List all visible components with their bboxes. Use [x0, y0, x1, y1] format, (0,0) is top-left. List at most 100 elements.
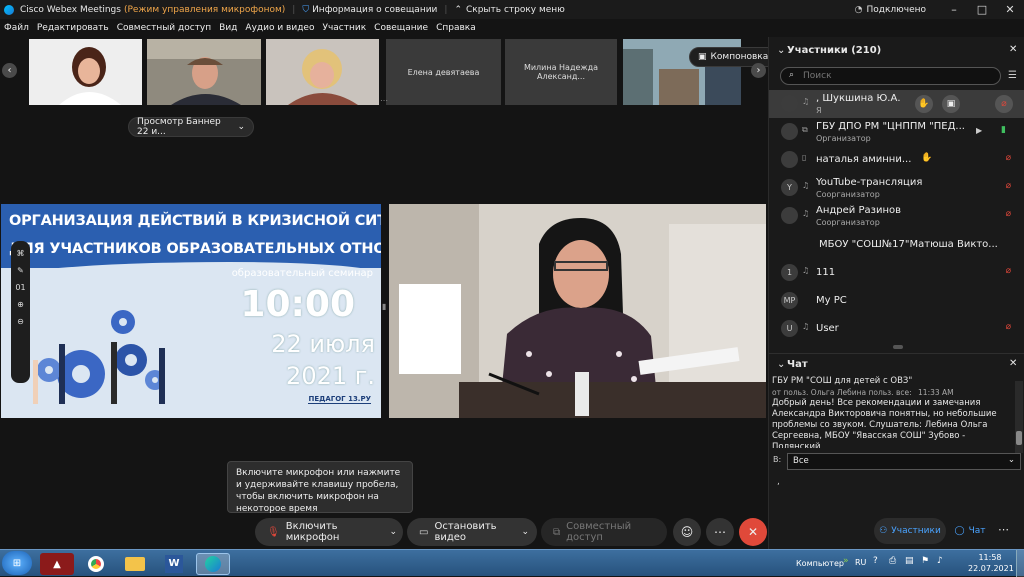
raise-hand-icon[interactable]: ✋: [915, 95, 933, 113]
unmute-options-chevron-icon[interactable]: ⌄: [389, 527, 397, 537]
share-device-icon: ⧉: [802, 125, 808, 134]
volume-tray-icon[interactable]: ♪: [937, 556, 943, 566]
participants-close-icon[interactable]: ✕: [1009, 44, 1017, 55]
flag-tray-icon[interactable]: ⚑: [921, 556, 929, 566]
viewing-dropdown[interactable]: Просмотр Баннер 22 и... ⌄: [128, 117, 254, 137]
share-screen-icon: ⧉: [553, 526, 561, 538]
maximize-icon[interactable]: □: [968, 3, 996, 16]
layout-button[interactable]: ▣ Компоновка: [689, 47, 778, 67]
panel-divider-handle[interactable]: [893, 345, 903, 349]
language-indicator[interactable]: RU: [855, 558, 866, 567]
participant-row[interactable]: ⧉ ГБУ ДПО РМ "ЦНППМ "ПЕД... Организатор …: [769, 118, 1024, 146]
list-options-icon[interactable]: ☰: [1008, 70, 1017, 81]
participant-name: ГБУ ДПО РМ "ЦНППМ "ПЕД...: [816, 121, 965, 132]
start-button[interactable]: ⊞: [2, 551, 32, 575]
participant-row[interactable]: ♫ Андрей Разинов Соорганизатор ⌀: [769, 202, 1024, 230]
active-speaker-video[interactable]: [389, 204, 766, 418]
stop-video-label: Остановить видео: [434, 521, 497, 543]
menu-file[interactable]: Файл: [4, 23, 29, 33]
menu-help[interactable]: Справка: [436, 23, 476, 33]
chat-to-label: В:: [773, 455, 782, 464]
meeting-info-button[interactable]: Информация о совещании: [312, 5, 437, 15]
close-window-icon[interactable]: ✕: [996, 3, 1024, 16]
chat-close-icon[interactable]: ✕: [1009, 358, 1017, 369]
video-thumbnail-1[interactable]: [29, 39, 142, 105]
participant-row[interactable]: МБОУ "СОШ№17"Матюша Викто...: [769, 231, 1024, 259]
network-tray-icon[interactable]: ▤: [905, 556, 914, 566]
video-thumbnail-4[interactable]: Елена девятаева: [386, 39, 501, 105]
chat-scrollbar[interactable]: [1015, 381, 1023, 453]
mic-muted-icon: ⌀: [1005, 266, 1011, 276]
reactions-button[interactable]: ☺: [673, 518, 701, 546]
headset-icon: ♫: [802, 322, 810, 331]
participant-row[interactable]: Y ♫ YouTube-трансляция Соорганизатор ⌀: [769, 174, 1024, 202]
layout-label: Компоновка: [710, 52, 769, 62]
participant-row-self[interactable]: ♫ , Шукшина Ю.А. Я ✋ ▣ ⌀: [769, 90, 1024, 118]
video-options-chevron-icon[interactable]: ⌄: [521, 527, 529, 537]
participant-name: , Шукшина Ю.А.: [816, 93, 901, 104]
chat-divider: [769, 353, 1024, 354]
chat-scrollbar-thumb[interactable]: [1016, 431, 1022, 445]
resize-handle-icon[interactable]: ⋯: [380, 96, 388, 105]
webex-taskbar-icon[interactable]: [196, 553, 230, 575]
pointer-tool-icon[interactable]: ⌘: [17, 249, 25, 258]
participants-collapse-chevron-icon[interactable]: ⌄: [777, 45, 785, 56]
help-tray-icon[interactable]: ?: [873, 556, 878, 566]
show-desktop-button[interactable]: [1016, 550, 1024, 577]
chat-collapse-chevron-icon[interactable]: ⌄: [777, 359, 785, 370]
participant-name: YouTube-трансляция: [816, 177, 923, 188]
participants-tab-label: Участники: [891, 526, 941, 536]
pen-tool-icon[interactable]: ✎: [17, 266, 24, 275]
chrome-taskbar-icon[interactable]: [79, 553, 113, 575]
mic-muted-icon[interactable]: ⌀: [995, 95, 1013, 113]
explorer-taskbar-icon[interactable]: [118, 553, 152, 575]
participant-row[interactable]: MP My PC: [769, 287, 1024, 315]
share-button[interactable]: ⧉ Совместный доступ: [541, 518, 667, 546]
menu-edit[interactable]: Редактировать: [37, 23, 109, 33]
unmute-button[interactable]: 🎙 Включить микрофон ⌄: [255, 518, 403, 546]
video-thumbnail-2[interactable]: [147, 39, 261, 105]
people-icon: ⚇: [879, 526, 888, 536]
hide-menu-button[interactable]: Скрыть строку меню: [466, 5, 565, 15]
panel-more-icon[interactable]: ⋯: [998, 523, 1009, 536]
chat-tab[interactable]: ◯ Чат: [950, 518, 990, 544]
word-taskbar-icon[interactable]: W: [157, 553, 191, 575]
menu-view[interactable]: Вид: [219, 23, 237, 33]
participant-row[interactable]: U ♫ User ⌀: [769, 315, 1024, 343]
more-options-button[interactable]: ⋯: [706, 518, 734, 546]
participant-row[interactable]: 1 ♫ 111 ⌀: [769, 259, 1024, 287]
stop-video-button[interactable]: ▭ Остановить видео ⌄: [407, 518, 537, 546]
search-input[interactable]: [803, 69, 983, 83]
participants-tab[interactable]: ⚇ Участники: [874, 518, 946, 544]
shared-banner: ОРГАНИЗАЦИЯ ДЕЙСТВИЙ В КРИЗИСНОЙ СИТУАЦИ…: [1, 204, 381, 418]
hide-menu-chevron-icon[interactable]: ⌃: [454, 5, 462, 15]
tray-chevron-icon[interactable]: »: [843, 556, 849, 566]
chat-bubble-icon: ◯: [954, 526, 965, 536]
chat-header: Чат: [787, 359, 808, 370]
strip-prev-chevron-icon[interactable]: ‹: [2, 63, 17, 78]
chat-input[interactable]: ,: [773, 473, 1023, 509]
menu-participant[interactable]: Участник: [322, 23, 366, 33]
participant-row[interactable]: ▯ наталья аминни... ✋ ⌀: [769, 146, 1024, 174]
splitter-handle-icon[interactable]: ▮: [382, 302, 386, 311]
zoom-in-icon[interactable]: ⊕: [17, 300, 24, 309]
video-thumbnail-3[interactable]: [266, 39, 379, 105]
leave-meeting-button[interactable]: ✕: [739, 518, 767, 546]
windows-logo-icon: ⊞: [12, 557, 22, 569]
camera-icon[interactable]: ▣: [942, 95, 960, 113]
video-thumbnail-5[interactable]: Милина Надежда Александ...: [505, 39, 617, 105]
menu-share[interactable]: Совместный доступ: [117, 23, 211, 33]
zoom-out-icon[interactable]: ⊖: [17, 317, 24, 326]
strip-next-chevron-icon[interactable]: ›: [751, 63, 766, 78]
chat-recipient-select[interactable]: Все ⌄: [787, 453, 1021, 470]
menu-meeting[interactable]: Совещание: [374, 23, 428, 33]
video-on-icon: ▶: [976, 126, 983, 135]
chat-meta: от польз. Ольга Лебина польз. все: 11:33…: [772, 387, 1012, 398]
printer-tray-icon[interactable]: ⎙: [889, 556, 896, 566]
menu-audio-video[interactable]: Аудио и видео: [245, 23, 314, 33]
clock[interactable]: 11:58 22.07.2021: [968, 552, 1014, 574]
minimize-icon[interactable]: –: [940, 3, 968, 16]
clock-time: 11:58: [978, 553, 1002, 562]
acrobat-taskbar-icon[interactable]: ▲: [40, 553, 74, 575]
banner-brand: ПЕДАГОГ 13.РУ: [308, 395, 371, 404]
